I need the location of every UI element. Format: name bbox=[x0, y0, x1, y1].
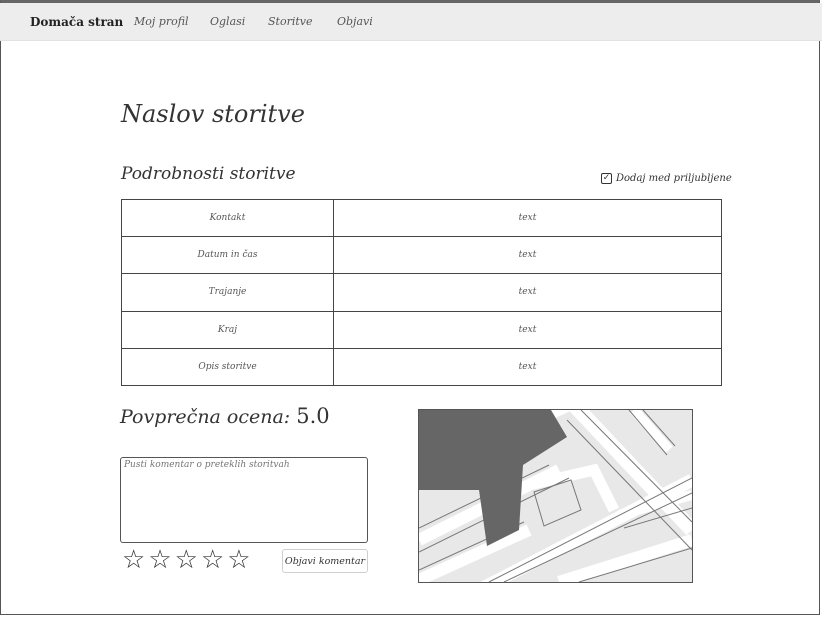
average-rating-label: Povprečna ocena: bbox=[120, 406, 291, 428]
table-row: Kraj text bbox=[121, 310, 722, 349]
nav-my-profile-link[interactable]: Moj profil bbox=[134, 15, 189, 28]
map-graphic bbox=[419, 410, 692, 582]
nav-services-link[interactable]: Storitve bbox=[268, 15, 313, 28]
row-value: text bbox=[333, 236, 722, 275]
details-title: Podrobnosti storitve bbox=[121, 164, 296, 184]
post-comment-button[interactable]: Objavi komentar bbox=[282, 549, 368, 573]
star-outline-icon[interactable]: ☆ bbox=[122, 545, 145, 575]
row-label: Trajanje bbox=[121, 273, 334, 312]
nav-home-link[interactable]: Domača stran bbox=[30, 15, 123, 29]
row-value: text bbox=[333, 198, 722, 238]
table-row: Kontakt text bbox=[121, 198, 722, 238]
table-row: Opis storitve text bbox=[121, 347, 722, 387]
row-label: Kraj bbox=[121, 310, 334, 349]
star-rating-input: ☆ ☆ ☆ ☆ ☆ bbox=[122, 545, 251, 575]
row-label: Opis storitve bbox=[121, 347, 334, 387]
nav-ads-link[interactable]: Oglasi bbox=[210, 15, 245, 28]
details-table: Kontakt text Datum in čas text Trajanje … bbox=[121, 198, 722, 387]
comment-input[interactable] bbox=[120, 457, 368, 543]
row-label: Kontakt bbox=[121, 198, 334, 238]
row-label: Datum in čas bbox=[121, 236, 334, 275]
nav-publish-link[interactable]: Objavi bbox=[337, 15, 373, 28]
average-rating: Povprečna ocena: 5.0 bbox=[120, 404, 330, 428]
row-value: text bbox=[333, 310, 722, 349]
favorite-checkbox[interactable]: ✓ Dodaj med priljubljene bbox=[601, 173, 732, 184]
row-value: text bbox=[333, 347, 722, 387]
table-row: Datum in čas text bbox=[121, 236, 722, 275]
page-title: Naslov storitve bbox=[121, 100, 305, 128]
check-icon[interactable]: ✓ bbox=[601, 173, 612, 184]
average-rating-value: 5.0 bbox=[296, 404, 330, 428]
star-outline-icon[interactable]: ☆ bbox=[227, 545, 250, 575]
star-outline-icon[interactable]: ☆ bbox=[201, 545, 224, 575]
table-row: Trajanje text bbox=[121, 273, 722, 312]
map-image[interactable] bbox=[418, 409, 693, 583]
star-outline-icon[interactable]: ☆ bbox=[148, 545, 171, 575]
navbar: Domača stran Moj profil Oglasi Storitve … bbox=[0, 3, 822, 41]
row-value: text bbox=[333, 273, 722, 312]
favorite-label: Dodaj med priljubljene bbox=[616, 173, 732, 184]
star-outline-icon[interactable]: ☆ bbox=[175, 545, 198, 575]
